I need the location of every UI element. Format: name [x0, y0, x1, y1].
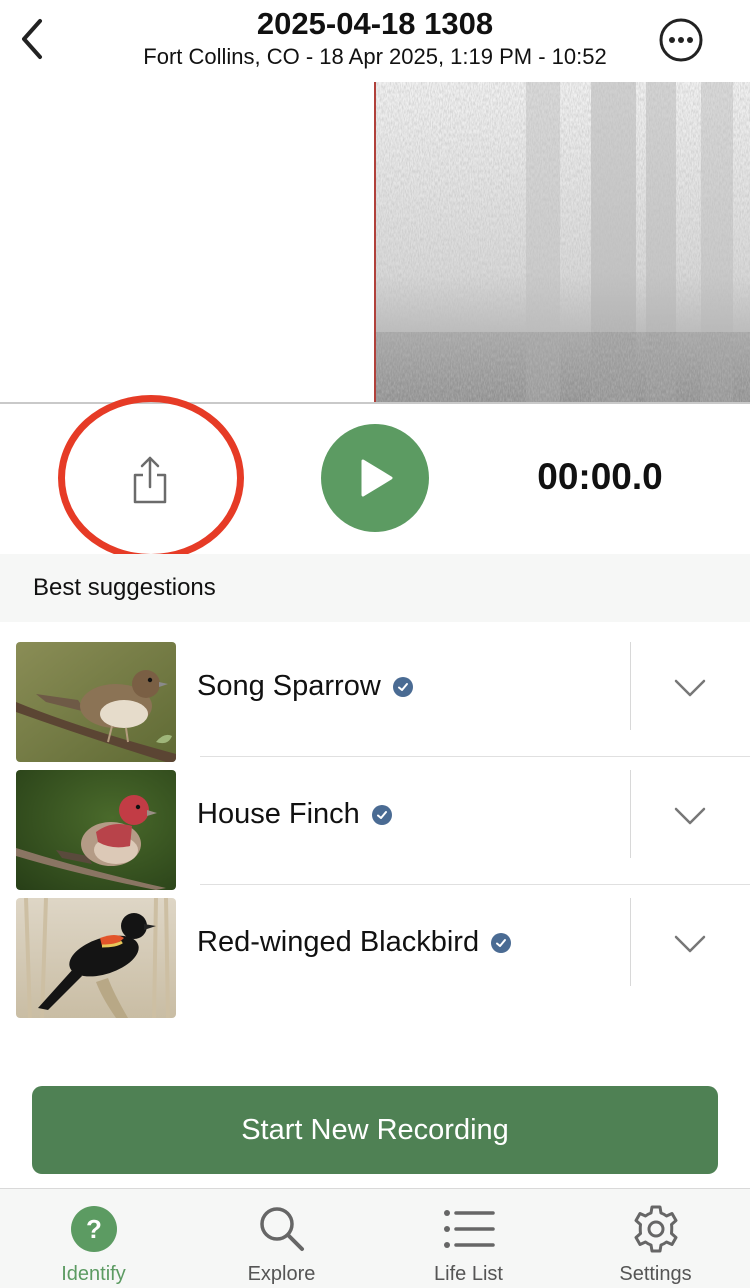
bird-name: House Finch: [197, 798, 392, 831]
bird-photo-red-winged-blackbird: [16, 898, 176, 1018]
bird-row-house-finch[interactable]: House Finch: [0, 756, 750, 890]
bird-name-label: Song Sparrow: [197, 670, 381, 702]
player-controls: 00:00.0: [0, 395, 750, 561]
share-button[interactable]: [122, 452, 178, 508]
bird-photo-house-finch: [16, 770, 176, 890]
bird-row-red-winged-blackbird[interactable]: Red-winged Blackbird: [0, 884, 750, 1018]
recording-title: 2025-04-18 1308: [256, 6, 494, 41]
bird-name-label: House Finch: [197, 798, 360, 830]
recording-subtitle: Fort Collins, CO - 18 Apr 2025, 1:19 PM …: [143, 44, 607, 69]
verified-badge-icon: [491, 932, 512, 953]
suggestions-header: Best suggestions: [0, 554, 750, 622]
bird-row-song-sparrow[interactable]: Song Sparrow: [0, 628, 750, 762]
row-divider: [630, 770, 631, 858]
tab-settings[interactable]: Settings: [562, 1189, 749, 1288]
playhead[interactable]: [374, 82, 376, 402]
play-icon: [361, 459, 393, 497]
svg-text:?: ?: [86, 1214, 102, 1244]
chevron-down-icon: [674, 807, 706, 825]
question-circle-icon: ?: [0, 1201, 187, 1257]
bird-name-label: Red-winged Blackbird: [197, 926, 480, 958]
verified-badge-icon: [371, 804, 392, 825]
bird-photo-song-sparrow: [16, 642, 176, 762]
tab-label: Life List: [434, 1263, 503, 1285]
expand-button[interactable]: [660, 658, 720, 718]
tab-bar: ? Identify Explore Life List Settings: [0, 1188, 750, 1288]
bird-name: Red-winged Blackbird: [197, 926, 512, 959]
tab-identify[interactable]: ? Identify: [0, 1189, 187, 1288]
playback-timer: 00:00.0: [537, 456, 663, 497]
tab-life-list[interactable]: Life List: [375, 1189, 562, 1288]
tab-explore[interactable]: Explore: [188, 1189, 375, 1288]
spectrogram-image: [376, 82, 750, 402]
row-divider: [630, 642, 631, 730]
suggestions-header-label: Best suggestions: [33, 574, 216, 601]
spectrogram[interactable]: [0, 82, 750, 404]
gear-icon: [562, 1201, 749, 1257]
chevron-down-icon: [674, 679, 706, 697]
search-icon: [188, 1201, 375, 1257]
tab-label: Explore: [247, 1263, 316, 1285]
share-icon: [133, 456, 167, 504]
row-divider: [630, 898, 631, 986]
list-icon: [375, 1201, 562, 1257]
ellipsis-circle-icon: [659, 18, 703, 62]
chevron-down-icon: [674, 935, 706, 953]
play-button[interactable]: [321, 424, 429, 532]
tab-label: Settings: [619, 1263, 692, 1285]
expand-button[interactable]: [660, 914, 720, 974]
bird-name: Song Sparrow: [197, 670, 413, 703]
verified-badge-icon: [392, 676, 413, 697]
header: 2025-04-18 1308 Fort Collins, CO - 18 Ap…: [0, 0, 750, 82]
expand-button[interactable]: [660, 786, 720, 846]
start-new-recording-button[interactable]: Start New Recording: [32, 1086, 718, 1174]
tab-label: Identify: [61, 1263, 126, 1285]
more-options-button[interactable]: [658, 17, 704, 63]
